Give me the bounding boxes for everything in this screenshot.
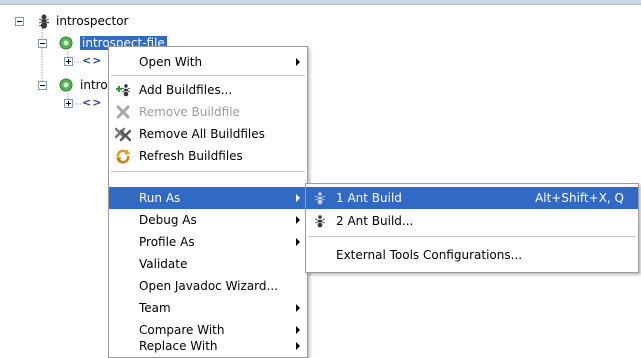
expand-toggle-icon[interactable]: [64, 99, 73, 108]
menu-item-debug-as[interactable]: Debug As: [109, 209, 307, 231]
collapse-toggle-icon[interactable]: [38, 81, 47, 90]
submenu-arrow-icon: [296, 194, 300, 202]
ant-icon: [314, 192, 326, 205]
context-menu: Open With Add Buildfiles... Remove Build…: [108, 46, 308, 358]
submenu-arrow-icon: [296, 238, 300, 246]
menu-item-label: Refresh Buildfiles: [139, 149, 243, 163]
add-buildfiles-icon: [116, 84, 131, 97]
package-icon: <>: [82, 96, 103, 109]
remove-all-buildfiles-icon: [115, 127, 131, 142]
menu-item-1-ant-build[interactable]: 1 Ant Build Alt+Shift+X, Q: [306, 187, 638, 209]
ant-icon: [314, 215, 326, 228]
menu-item-label: 1 Ant Build: [336, 191, 402, 205]
menu-separator: [111, 75, 305, 76]
submenu-arrow-icon: [296, 342, 300, 350]
menu-item-external-tools-configurations[interactable]: External Tools Configurations...: [306, 244, 638, 266]
menu-item-refresh-buildfiles[interactable]: Refresh Buildfiles: [109, 145, 307, 167]
menu-item-label: Debug As: [139, 213, 197, 227]
menu-item-label: Remove Buildfile: [139, 105, 240, 119]
tree-root-label: introspector: [56, 14, 129, 28]
menu-item-label: Remove All Buildfiles: [139, 127, 265, 141]
target-default-icon: [59, 36, 73, 50]
menu-item-shortcut: Alt+Shift+X, Q: [535, 191, 624, 205]
target-icon: [59, 78, 73, 92]
menu-item-run-as[interactable]: Run As: [109, 187, 307, 209]
menu-item-profile-as[interactable]: Profile As: [109, 231, 307, 253]
menu-item-label: Add Buildfiles...: [139, 83, 233, 97]
submenu-arrow-icon: [296, 326, 300, 334]
menu-item-label: Profile As: [139, 235, 195, 249]
collapse-toggle-icon[interactable]: [15, 17, 24, 26]
ant-project-icon: [38, 14, 50, 29]
collapse-toggle-icon[interactable]: [38, 39, 47, 48]
remove-buildfile-icon: [116, 105, 130, 119]
submenu-arrow-icon: [296, 304, 300, 312]
submenu-arrow-icon: [296, 58, 300, 66]
menu-separator: [111, 171, 305, 172]
menu-item-remove-all-buildfiles[interactable]: Remove All Buildfiles: [109, 123, 307, 145]
menu-separator: [308, 236, 636, 237]
menu-item-label: Open Javadoc Wizard...: [139, 279, 278, 293]
tree-node-label: intro: [80, 78, 108, 92]
menu-item-validate[interactable]: Validate: [109, 253, 307, 275]
menu-item-label: Validate: [139, 257, 188, 271]
menu-item-label: Team: [139, 301, 171, 315]
run-as-submenu: 1 Ant Build Alt+Shift+X, Q 2 Ant Build..…: [305, 183, 639, 273]
submenu-arrow-icon: [296, 216, 300, 224]
expand-toggle-icon[interactable]: [64, 57, 73, 66]
menu-item-remove-buildfile[interactable]: Remove Buildfile: [109, 101, 307, 123]
package-icon: <>: [82, 54, 103, 67]
menu-item-label: Replace With: [139, 339, 218, 353]
refresh-buildfiles-icon: [116, 149, 130, 164]
menu-item-label: External Tools Configurations...: [336, 248, 523, 262]
menu-item-open-javadoc-wizard[interactable]: Open Javadoc Wizard...: [109, 275, 307, 297]
menu-item-add-buildfiles[interactable]: Add Buildfiles...: [109, 79, 307, 101]
menu-item-label: Open With: [139, 55, 203, 69]
menu-item-team[interactable]: Team: [109, 297, 307, 319]
menu-item-label: 2 Ant Build...: [336, 214, 414, 228]
menu-item-open-with[interactable]: Open With: [109, 51, 307, 73]
menu-item-label: Run As: [139, 191, 181, 205]
menu-item-2-ant-build[interactable]: 2 Ant Build...: [306, 210, 638, 232]
